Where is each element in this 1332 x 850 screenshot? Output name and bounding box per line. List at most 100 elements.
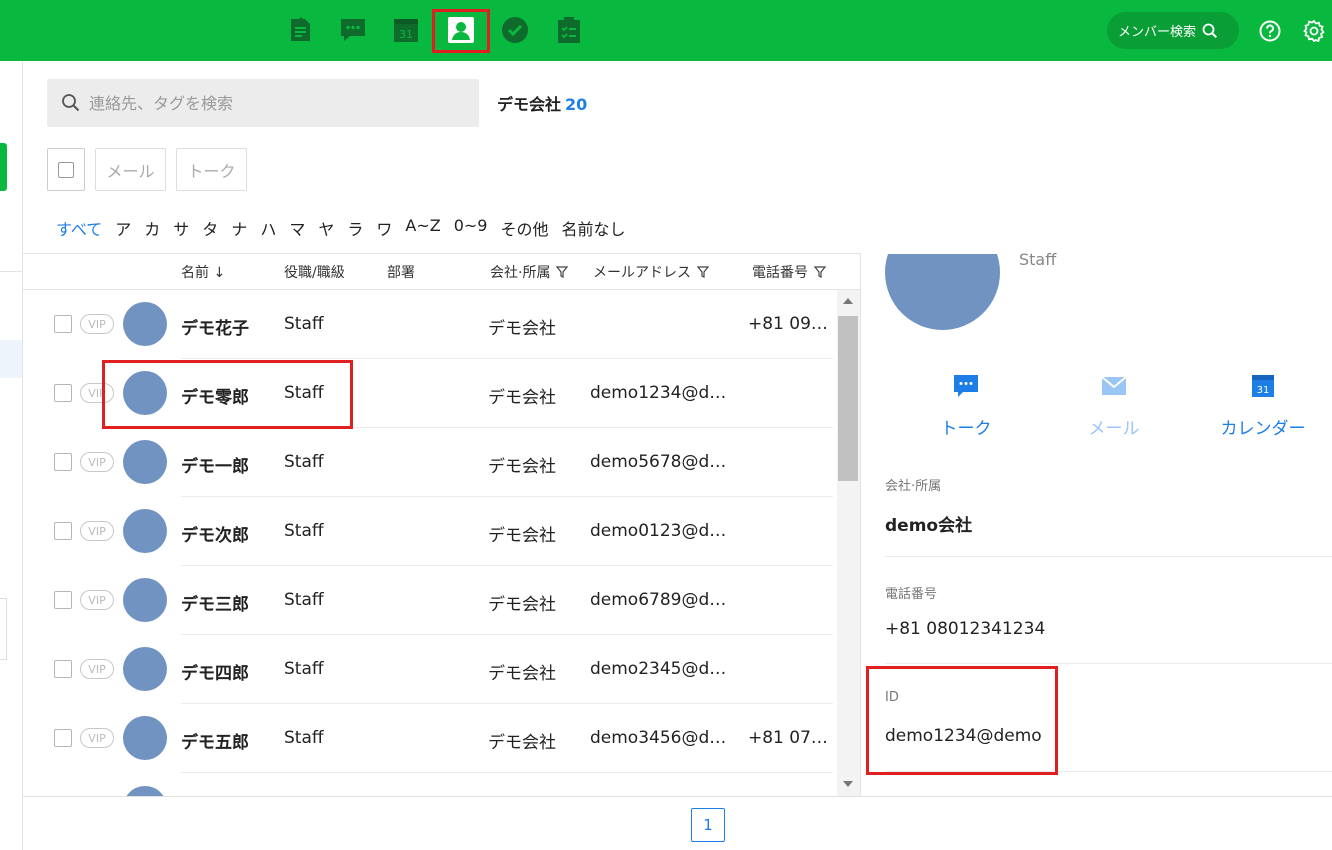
detail-company-label: 会社·所属 — [885, 479, 942, 494]
avatar — [123, 302, 167, 346]
table-row[interactable]: VIP デモ次郎 Staff デモ会社 demo0123@de… — [23, 497, 833, 566]
table-row[interactable]: VIP デモ五郎 Staff デモ会社 demo3456@de… +81 07… — [23, 704, 833, 773]
detail-talk-button[interactable]: トーク — [916, 372, 1016, 439]
row-checkbox[interactable] — [54, 729, 72, 747]
svg-text:31: 31 — [1257, 385, 1270, 396]
vip-badge[interactable]: VIP — [80, 521, 114, 541]
row-checkbox[interactable] — [54, 453, 72, 471]
alpha-filter-item[interactable]: カ — [144, 216, 160, 240]
clipboard-icon[interactable] — [553, 14, 585, 46]
sidebar-accent[interactable] — [0, 143, 7, 191]
detail-mail-button[interactable]: メール — [1064, 372, 1164, 439]
alpha-filter-item[interactable]: ナ — [231, 216, 247, 240]
detail-company-value: demo会社 — [885, 516, 973, 536]
select-all-checkbox[interactable] — [47, 148, 85, 191]
row-checkbox[interactable] — [54, 591, 72, 609]
active-tab-highlight — [432, 9, 490, 53]
vip-badge[interactable]: VIP — [80, 452, 114, 472]
contact-name: デモ花子 — [181, 319, 249, 339]
table-row[interactable]: VIP デモ一郎 Staff デモ会社 demo5678@de… — [23, 428, 833, 497]
alpha-filter-item[interactable]: 0~9 — [454, 216, 488, 240]
alpha-filter-item[interactable]: ワ — [376, 216, 392, 240]
contact-search-box[interactable] — [47, 79, 479, 127]
filter-icon[interactable] — [697, 266, 709, 278]
detail-calendar-button[interactable]: 31 カレンダー — [1213, 372, 1313, 439]
alpha-filter-item[interactable]: ラ — [347, 216, 363, 240]
table-row[interactable]: VIP デモ花子 Staff デモ会社 +81 09… — [23, 290, 833, 359]
filter-icon[interactable] — [556, 266, 569, 278]
table-row-partial[interactable] — [23, 773, 833, 796]
scroll-down-arrow-icon[interactable] — [843, 781, 853, 787]
alpha-filter-item[interactable]: ハ — [260, 216, 276, 240]
contact-search-input[interactable] — [89, 93, 469, 113]
company-heading: デモ会社 20 — [497, 91, 587, 115]
table-row[interactable]: VIP デモ三郎 Staff デモ会社 demo6789@de… — [23, 566, 833, 635]
row-highlight-box — [102, 360, 353, 429]
detail-title: Staff — [1019, 250, 1057, 269]
contact-role: Staff — [284, 659, 324, 679]
row-checkbox[interactable] — [54, 522, 72, 540]
task-check-icon[interactable] — [499, 14, 531, 46]
column-header-name[interactable]: 名前 ↓ — [181, 262, 225, 282]
detail-tel-label: 電話番号 — [885, 587, 938, 602]
alpha-filter-item[interactable]: サ — [173, 216, 189, 240]
page-button[interactable]: 1 — [691, 808, 725, 842]
contact-mail: demo2345@de… — [590, 659, 736, 679]
left-sidebar — [0, 61, 23, 850]
table-row[interactable]: VIP デモ四郎 Staff デモ会社 demo2345@de… — [23, 635, 833, 704]
contact-mail: demo1234@de… — [590, 383, 736, 403]
sidebar-divider — [0, 271, 22, 272]
mail-icon — [1101, 376, 1127, 395]
avatar — [123, 509, 167, 553]
column-header-company[interactable]: 会社·所属 — [490, 262, 569, 282]
alpha-filter-item[interactable]: ヤ — [318, 216, 334, 240]
company-count: 20 — [565, 95, 588, 114]
column-header-dept[interactable]: 部署 — [387, 262, 415, 282]
scroll-thumb[interactable] — [838, 316, 858, 481]
contact-tel: +81 07… — [748, 728, 828, 748]
scroll-up-arrow-icon[interactable] — [843, 298, 853, 304]
alpha-filter-item[interactable]: その他 — [500, 216, 548, 240]
panel-divider — [860, 254, 861, 796]
search-icon — [1202, 23, 1218, 38]
detail-tel-value[interactable]: +81 08012341234 — [885, 619, 1045, 639]
calendar-icon[interactable]: 31 — [390, 14, 422, 46]
mail-button[interactable]: メール — [95, 148, 166, 191]
alpha-filter-all[interactable]: すべて — [56, 216, 102, 240]
calendar-icon: 31 — [1252, 375, 1274, 397]
avatar — [123, 440, 167, 484]
vip-badge[interactable]: VIP — [80, 590, 114, 610]
calendar-number: 31 — [399, 28, 413, 41]
talk-button[interactable]: トーク — [176, 148, 247, 191]
vip-badge[interactable]: VIP — [80, 314, 114, 334]
alpha-filter-item[interactable]: ア — [115, 216, 131, 240]
chat-icon[interactable] — [337, 14, 369, 46]
detail-talk-label: トーク — [940, 419, 992, 439]
row-checkbox[interactable] — [54, 660, 72, 678]
footer-divider — [23, 796, 1332, 797]
list-scrollbar[interactable] — [837, 290, 860, 796]
alpha-filter-item[interactable]: マ — [289, 216, 305, 240]
row-checkbox[interactable] — [54, 315, 72, 333]
column-header-role[interactable]: 役職/職級 — [284, 262, 345, 282]
row-checkbox[interactable] — [54, 384, 72, 402]
contact-name: デモ四郎 — [181, 664, 249, 684]
help-icon[interactable] — [1259, 20, 1281, 42]
column-header-mail[interactable]: メールアドレス — [593, 262, 709, 282]
member-search-button[interactable]: メンバー検索 — [1107, 12, 1239, 49]
column-header-tel[interactable]: 電話番号 — [752, 262, 826, 282]
alpha-filter-item[interactable]: A~Z — [405, 216, 440, 240]
contact-mail: demo0123@de… — [590, 521, 736, 541]
contact-company: デモ会社 — [488, 388, 556, 408]
alpha-filter-item[interactable]: 名前なし — [562, 216, 626, 240]
filter-icon[interactable] — [814, 266, 826, 278]
alpha-filter-item[interactable]: タ — [202, 216, 218, 240]
notes-icon[interactable] — [284, 14, 316, 46]
sidebar-collapsed-panel[interactable] — [0, 598, 7, 660]
gear-icon[interactable] — [1302, 19, 1326, 43]
detail-top-area — [861, 61, 1332, 254]
sidebar-selected-item[interactable] — [0, 340, 22, 378]
vip-badge[interactable]: VIP — [80, 659, 114, 679]
contact-company: デモ会社 — [488, 457, 556, 477]
vip-badge[interactable]: VIP — [80, 728, 114, 748]
